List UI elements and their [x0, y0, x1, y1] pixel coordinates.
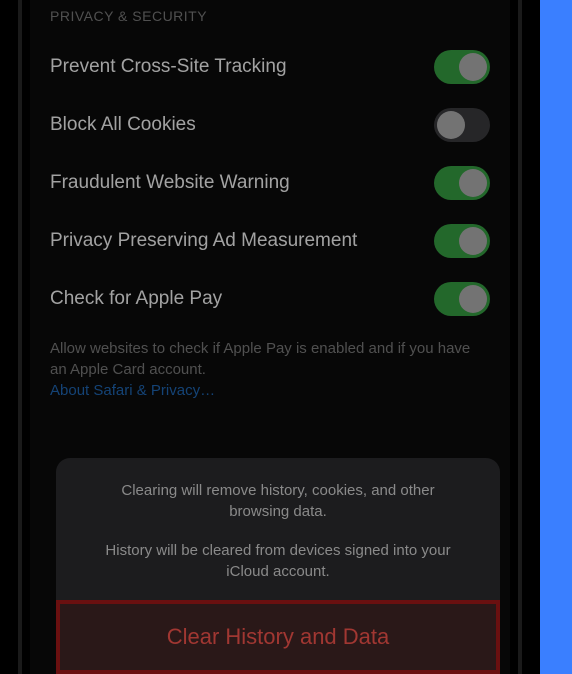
- action-sheet: Clearing will remove history, cookies, a…: [56, 458, 500, 674]
- clear-history-label: Clear History and Data: [80, 624, 476, 650]
- setting-check-apple-pay: Check for Apple Pay: [38, 270, 502, 328]
- setting-label: Privacy Preserving Ad Measurement: [50, 230, 357, 252]
- sheet-description-1: Clearing will remove history, cookies, a…: [70, 480, 486, 522]
- setting-label: Block All Cookies: [50, 114, 196, 136]
- section-header-privacy: PRIVACY & SECURITY: [38, 0, 502, 38]
- toggle-knob-icon: [459, 53, 487, 81]
- toggle-prevent-cross-site-tracking[interactable]: [434, 50, 490, 84]
- setting-label: Check for Apple Pay: [50, 288, 222, 310]
- setting-block-all-cookies: Block All Cookies: [38, 96, 502, 154]
- toggle-knob-icon: [459, 227, 487, 255]
- sheet-description-2: History will be cleared from devices sig…: [70, 540, 486, 582]
- toggle-fraudulent-website-warning[interactable]: [434, 166, 490, 200]
- toggle-block-all-cookies[interactable]: [434, 108, 490, 142]
- setting-prevent-cross-site-tracking: Prevent Cross-Site Tracking: [38, 38, 502, 96]
- toggle-knob-icon: [459, 169, 487, 197]
- phone-frame: PRIVACY & SECURITY Prevent Cross-Site Tr…: [18, 0, 522, 674]
- toggle-check-apple-pay[interactable]: [434, 282, 490, 316]
- clear-history-and-data-button[interactable]: Clear History and Data: [56, 600, 500, 674]
- setting-privacy-preserving-ad: Privacy Preserving Ad Measurement: [38, 212, 502, 270]
- section-footer-text: Allow websites to check if Apple Pay is …: [38, 328, 502, 382]
- background-accent: [540, 0, 572, 674]
- setting-label: Fraudulent Website Warning: [50, 172, 290, 194]
- toggle-knob-icon: [437, 111, 465, 139]
- setting-fraudulent-website-warning: Fraudulent Website Warning: [38, 154, 502, 212]
- toggle-knob-icon: [459, 285, 487, 313]
- toggle-privacy-preserving-ad[interactable]: [434, 224, 490, 258]
- settings-screen: PRIVACY & SECURITY Prevent Cross-Site Tr…: [30, 0, 510, 674]
- setting-label: Prevent Cross-Site Tracking: [50, 56, 287, 78]
- about-safari-privacy-link[interactable]: About Safari & Privacy…: [38, 382, 502, 423]
